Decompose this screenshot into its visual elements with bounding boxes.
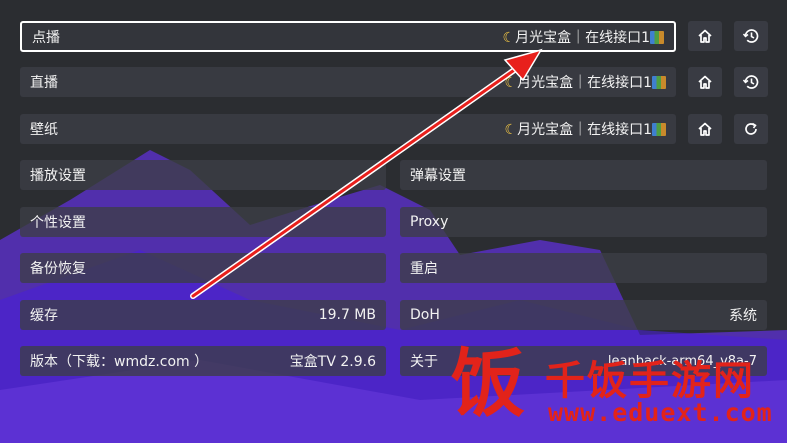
vod-source-setting[interactable]: 点播 ☾月光宝盒｜在线接口1 xyxy=(20,21,676,52)
books-icon xyxy=(652,76,666,89)
playback-settings-label: 播放设置 xyxy=(30,168,86,184)
doh-item[interactable]: DoH 系统 xyxy=(400,300,767,330)
wallpaper-home-button[interactable] xyxy=(688,114,722,144)
home-icon xyxy=(698,75,712,89)
history-icon xyxy=(742,29,759,43)
cache-item[interactable]: 缓存 19.7 MB xyxy=(20,300,386,330)
version-value: 宝盒TV 2.9.6 xyxy=(289,354,376,370)
doh-label: DoH xyxy=(410,307,440,323)
restart-item[interactable]: 重启 xyxy=(400,253,767,283)
backup-restore-label: 备份恢复 xyxy=(30,261,86,277)
personal-settings-item[interactable]: 个性设置 xyxy=(20,207,386,237)
vod-source-value: 月光宝盒｜在线接口1 xyxy=(515,29,650,46)
live-source-value: 月光宝盒｜在线接口1 xyxy=(517,75,652,91)
moon-icon: ☾ xyxy=(504,122,518,138)
live-source-setting[interactable]: 直播 ☾月光宝盒｜在线接口1 xyxy=(20,67,676,97)
refresh-icon xyxy=(745,122,757,135)
proxy-label: Proxy xyxy=(410,214,449,230)
cache-size-value: 19.7 MB xyxy=(318,307,376,323)
books-icon xyxy=(652,123,666,136)
danmaku-settings-label: 弹幕设置 xyxy=(410,168,466,184)
restart-label: 重启 xyxy=(410,261,438,277)
moon-icon: ☾ xyxy=(504,75,518,91)
about-label: 关于 xyxy=(410,354,438,370)
danmaku-settings-item[interactable]: 弹幕设置 xyxy=(400,160,767,190)
wallpaper-refresh-button[interactable] xyxy=(734,114,768,144)
live-history-button[interactable] xyxy=(734,67,768,97)
wallpaper-label: 壁纸 xyxy=(30,122,58,138)
watermark-logo: 饭 xyxy=(451,341,525,427)
cache-label: 缓存 xyxy=(30,308,58,324)
history-icon xyxy=(742,75,759,89)
vod-home-button[interactable] xyxy=(688,21,722,51)
live-home-button[interactable] xyxy=(688,67,722,97)
personal-settings-label: 个性设置 xyxy=(30,215,86,231)
version-item[interactable]: 版本（下载：wmdz.com ） 宝盒TV 2.9.6 xyxy=(20,346,386,376)
books-icon xyxy=(650,30,664,44)
doh-value: 系统 xyxy=(729,308,757,324)
backup-restore-item[interactable]: 备份恢复 xyxy=(20,253,386,283)
wallpaper-source-value: 月光宝盒｜在线接口1 xyxy=(517,122,652,138)
vod-label: 点播 xyxy=(32,29,60,46)
live-label: 直播 xyxy=(30,75,58,91)
watermark-url: www.eduext.com xyxy=(548,398,773,427)
wallpaper-source-setting[interactable]: 壁纸 ☾月光宝盒｜在线接口1 xyxy=(20,114,676,144)
playback-settings-item[interactable]: 播放设置 xyxy=(20,160,386,190)
version-label: 版本（下载：wmdz.com ） xyxy=(30,354,209,370)
proxy-item[interactable]: Proxy xyxy=(400,207,767,237)
home-icon xyxy=(698,29,712,43)
vod-history-button[interactable] xyxy=(734,21,768,51)
moon-icon: ☾ xyxy=(502,29,516,46)
home-icon xyxy=(698,122,712,136)
